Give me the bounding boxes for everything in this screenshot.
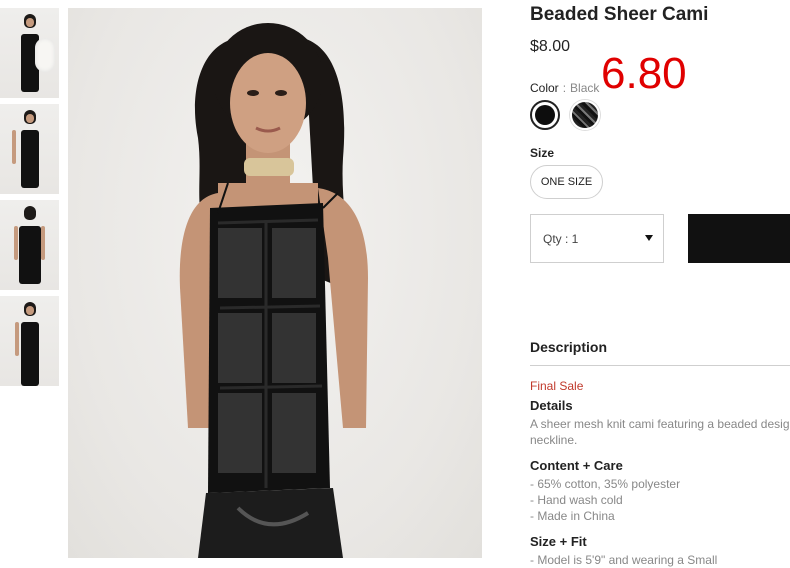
- details-text-line-2: neckline.: [530, 433, 578, 447]
- add-to-bag-button[interactable]: [688, 214, 790, 263]
- product-price: $8.00: [530, 38, 571, 55]
- description-heading: Description: [530, 339, 608, 355]
- size-option-one-size[interactable]: ONE SIZE: [530, 165, 603, 199]
- size-label: Size: [530, 146, 555, 160]
- thumbnail-3[interactable]: [0, 200, 59, 290]
- quantity-select[interactable]: Qty : 1: [530, 214, 664, 263]
- main-product-image: [68, 8, 482, 558]
- color-selected-value: Black: [570, 81, 600, 95]
- color-swatch-black[interactable]: [530, 100, 560, 130]
- size-fit-text: - Model is 5'9" and wearing a Small: [530, 553, 718, 567]
- chevron-down-icon: [645, 235, 653, 241]
- content-item: - 65% cotton, 35% polyester: [530, 477, 681, 491]
- thumbnail-2[interactable]: [0, 104, 59, 194]
- size-fit-heading: Size + Fit: [530, 534, 587, 549]
- content-item: - Made in China: [530, 509, 615, 523]
- description-divider: [530, 365, 790, 366]
- quantity-label: Qty : 1: [543, 232, 579, 246]
- final-sale-label: Final Sale: [530, 379, 584, 393]
- details-heading: Details: [530, 398, 573, 413]
- details-text-line-1: A sheer mesh knit cami featuring a beade…: [530, 417, 790, 431]
- color-label: Color: [530, 81, 559, 95]
- color-separator: :: [562, 81, 567, 95]
- color-swatch-black-pattern[interactable]: [570, 100, 600, 130]
- price-overlay-annotation: 6.80: [601, 49, 687, 98]
- content-item: - Hand wash cold: [530, 493, 623, 507]
- thumbnail-1[interactable]: [0, 8, 59, 98]
- model-photo-illustration: [179, 23, 368, 558]
- product-title: Beaded Sheer Cami: [530, 4, 709, 25]
- color-label-row: Color: Black: [530, 81, 599, 95]
- content-care-heading: Content + Care: [530, 458, 623, 473]
- thumbnail-4[interactable]: [0, 296, 59, 386]
